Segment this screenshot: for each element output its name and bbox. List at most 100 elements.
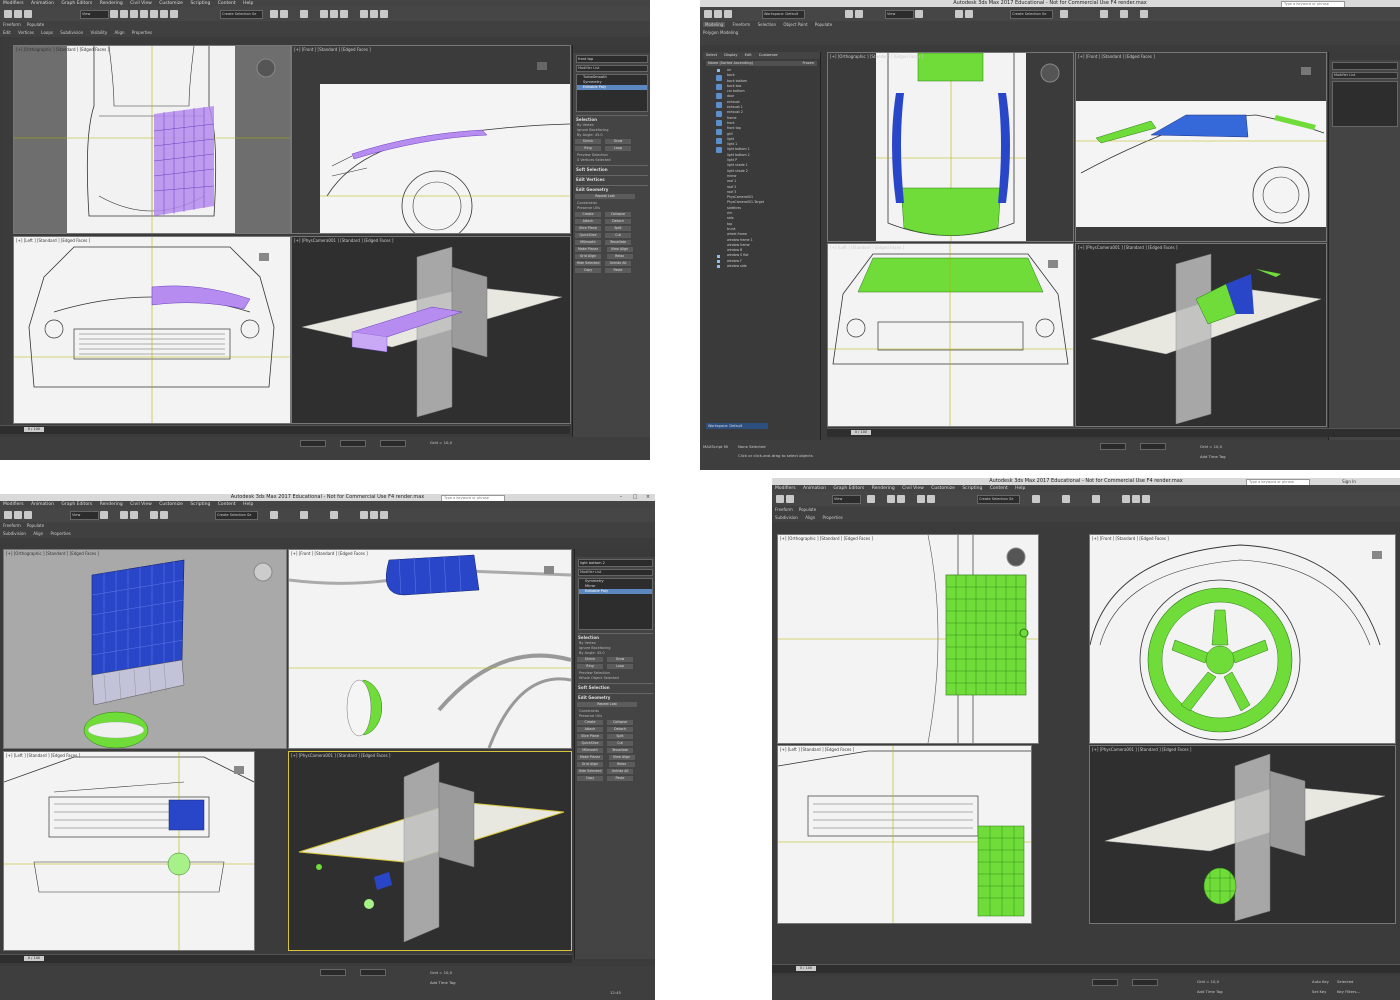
ribbon-tab-populate[interactable]: Populate <box>815 22 832 27</box>
ribbon-polygon-modeling[interactable]: Polygon Modeling <box>703 30 738 35</box>
tessellate-button[interactable]: Tessellate <box>605 240 631 245</box>
rollout-soft-selection[interactable]: Soft Selection <box>578 683 653 690</box>
make-planar-button[interactable]: Make Planar <box>575 247 601 252</box>
copy-button[interactable]: Copy <box>575 268 601 273</box>
render-icon[interactable] <box>380 10 388 18</box>
option-by-angle[interactable]: By Angle: 45.0 <box>579 651 652 655</box>
modifier-list-dropdown[interactable]: Modifier List <box>1332 72 1398 79</box>
redo-icon[interactable] <box>14 511 22 519</box>
frame-counter[interactable]: 0 / 100 <box>24 427 44 432</box>
curve-editor-icon[interactable] <box>1100 10 1108 18</box>
name-column-header[interactable]: Name (Sorted Ascending) <box>708 61 753 65</box>
filter-spacewarps-icon[interactable] <box>715 120 722 126</box>
menu-scripting[interactable]: Scripting <box>190 502 210 507</box>
ribbon-tab-freeform[interactable]: Freeform <box>3 22 21 27</box>
viewport-label[interactable]: [+] [Left ] [Standard ] [Edged Faces ] <box>780 747 854 752</box>
msmooth-button[interactable]: MSmooth <box>577 748 603 753</box>
mirror-icon[interactable] <box>270 511 278 519</box>
filter-helpers-icon[interactable] <box>715 111 722 117</box>
viewport-label[interactable]: [+] [Front ] [Standard ] [Edged Faces ] <box>294 47 371 52</box>
preserve-uvs-checkbox[interactable]: Preserve UVs <box>577 206 647 210</box>
command-panel-tabs[interactable] <box>573 45 650 53</box>
ribbon-align[interactable]: Align <box>33 531 43 536</box>
move-icon[interactable] <box>887 495 895 503</box>
x-field[interactable] <box>320 969 346 976</box>
layer-icon[interactable] <box>300 10 308 18</box>
ribbon-properties[interactable]: Properties <box>132 30 152 35</box>
object-name-field[interactable]: light bottom 2 <box>578 559 653 567</box>
ribbon-tab-freeform[interactable]: Freeform <box>3 523 21 528</box>
view-align-button[interactable]: View Align <box>608 755 635 760</box>
loop-button[interactable]: Loop <box>605 146 631 151</box>
filter-cameras-icon[interactable] <box>715 102 722 108</box>
view-align-button[interactable]: View Align <box>606 247 633 252</box>
viewport-left[interactable]: [+] [Left ] [Standard ] [Edged Faces ] <box>3 751 255 951</box>
viewport-orthographic[interactable]: [+] [Orthographic ] [Standard ] [Edged F… <box>3 549 287 749</box>
menu-rendering[interactable]: Rendering <box>100 1 123 6</box>
viewport-orthographic[interactable]: [+] [Orthographic ] [Standard ] [Edged F… <box>13 45 291 234</box>
undo-icon[interactable] <box>776 495 784 503</box>
maxscript-listener[interactable]: MAXScript Mi <box>703 444 728 449</box>
ribbon-tab-freeform[interactable]: Freeform <box>732 22 750 27</box>
undo-icon[interactable] <box>4 511 12 519</box>
layer-icon[interactable] <box>1062 495 1070 503</box>
scene-menu-select[interactable]: Select <box>706 53 717 57</box>
selection-set-dropdown[interactable]: Create Selection Se <box>220 10 263 19</box>
frame-counter[interactable]: 0 / 100 <box>24 956 44 961</box>
menu-content[interactable]: Content <box>990 486 1008 491</box>
align-icon[interactable] <box>280 10 288 18</box>
menu-modifiers[interactable]: Modifiers <box>3 502 24 507</box>
paste-button[interactable]: Paste <box>607 776 633 781</box>
filter-dropdown[interactable]: View <box>885 10 914 19</box>
viewport-label[interactable]: [+] [Left ] [Standard ] [Edged Faces ] <box>16 238 90 243</box>
viewport-label[interactable]: [+] [Orthographic ] [Standard ] [Edged F… <box>780 536 873 541</box>
ribbon-subdivision[interactable]: Subdivision <box>3 531 26 536</box>
option-by-vertex[interactable]: By Vertex <box>579 641 652 645</box>
menu-scripting[interactable]: Scripting <box>190 1 210 6</box>
stack-item-selected[interactable]: Editable Poly <box>579 589 652 594</box>
menu-help[interactable]: Help <box>243 502 253 507</box>
viewport-label[interactable]: [+] [Left ] [Standard ] [Edged Faces ] <box>6 753 80 758</box>
scene-menu-edit[interactable]: Edit <box>745 53 752 57</box>
material-editor-icon[interactable] <box>1120 10 1128 18</box>
menu-graph-editors[interactable]: Graph Editors <box>833 486 864 491</box>
ribbon-properties[interactable]: Properties <box>823 515 843 520</box>
angle-snap-icon[interactable] <box>927 495 935 503</box>
quickslice-button[interactable]: QuickSlice <box>577 741 603 746</box>
rollout-selection[interactable]: Selection <box>576 115 648 122</box>
viewport-label[interactable]: [+] [PhysCamera001 ] [Standard ] [Edged … <box>291 753 390 758</box>
ribbon-loops[interactable]: Loops <box>41 30 53 35</box>
time-slider[interactable]: 0 / 100 <box>772 964 1400 973</box>
filter-bones-icon[interactable] <box>715 147 722 153</box>
x-field[interactable] <box>300 440 326 447</box>
ribbon-tab-populate[interactable]: Populate <box>799 507 816 512</box>
redo-icon[interactable] <box>714 10 722 18</box>
add-time-tag[interactable]: Add Time Tag <box>1200 454 1225 459</box>
split-button[interactable]: Split <box>605 226 631 231</box>
redo-icon[interactable] <box>786 495 794 503</box>
collapse-button[interactable]: Collapse <box>605 212 631 217</box>
scale-icon[interactable] <box>140 10 148 18</box>
viewport-orthographic[interactable]: [+] [Orthographic ] [Standard ] [Edged F… <box>827 52 1074 242</box>
viewport-label[interactable]: [+] [Front ] [Standard ] [Edged Faces ] <box>291 551 368 556</box>
viewport-label[interactable]: [+] [Front ] [Standard ] [Edged Faces ] <box>1078 54 1155 59</box>
split-button[interactable]: Split <box>607 734 633 739</box>
selection-set-dropdown[interactable]: Create Selection Se <box>1010 10 1053 19</box>
material-editor-icon[interactable] <box>330 511 338 519</box>
mirror-icon[interactable] <box>1060 10 1068 18</box>
viewport-label[interactable]: [+] [PhysCamera001 ] [Standard ] [Edged … <box>294 238 393 243</box>
angle-snap-icon[interactable] <box>965 10 973 18</box>
menu-content[interactable]: Content <box>218 1 236 6</box>
object-name-field[interactable]: front top <box>576 55 648 63</box>
rollout-soft-selection[interactable]: Soft Selection <box>576 165 648 172</box>
redo-icon[interactable] <box>14 10 22 18</box>
menu-customize[interactable]: Customize <box>159 502 183 507</box>
render-icon[interactable] <box>1140 10 1148 18</box>
menu-animation[interactable]: Animation <box>803 486 826 491</box>
filter-shapes-icon[interactable] <box>715 84 722 90</box>
workspace-dropdown[interactable]: Workspace: Default <box>762 10 805 19</box>
selection-set-dropdown[interactable]: Create Selection Se <box>977 495 1020 504</box>
relax-button[interactable]: Relax <box>608 762 635 767</box>
modifier-stack[interactable]: TurboSmooth Symmetry Editable Poly <box>576 74 648 112</box>
y-field[interactable] <box>360 969 386 976</box>
